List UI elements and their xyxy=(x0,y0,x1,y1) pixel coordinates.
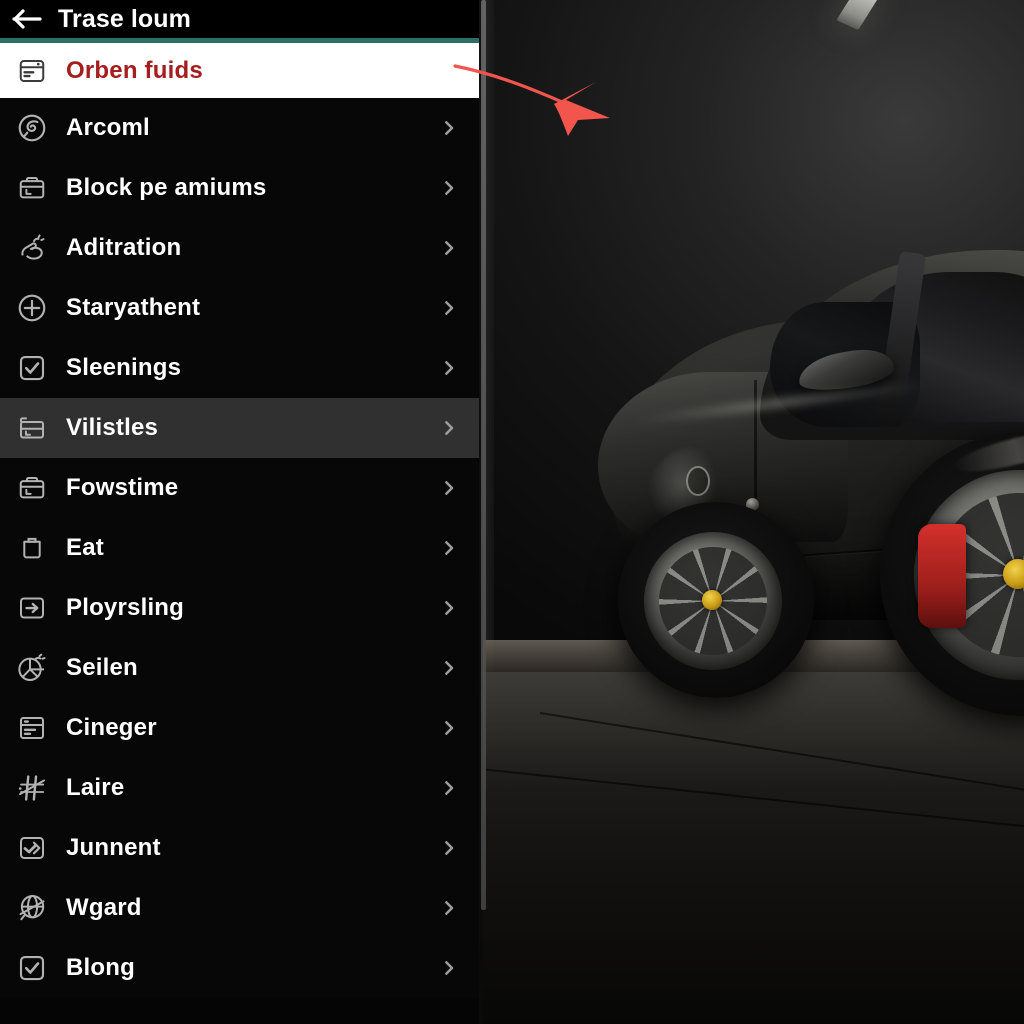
slash-lines-icon xyxy=(10,768,54,808)
chevron-right-icon xyxy=(440,179,458,197)
menu-item-laire[interactable]: Laire xyxy=(0,758,480,818)
menu-item-vilistles[interactable]: Vilistles xyxy=(0,398,480,458)
chevron-right-icon xyxy=(440,659,458,677)
menu-item-label: Aditration xyxy=(66,234,182,261)
chevron-right-icon xyxy=(440,539,458,557)
menu-item-label: Orben fuids xyxy=(66,56,203,84)
toolbox-icon xyxy=(10,168,54,208)
back-arrow-icon[interactable] xyxy=(10,6,44,32)
menu-item-staryathent[interactable]: Staryathent xyxy=(0,278,480,338)
menu-item-wgard[interactable]: Wgard xyxy=(0,878,480,938)
drawer-icon xyxy=(10,408,54,448)
plus-circle-icon xyxy=(10,288,54,328)
chevron-right-icon xyxy=(440,239,458,257)
chevron-right-icon xyxy=(440,299,458,317)
sports-car xyxy=(480,0,1024,1024)
chevron-right-icon xyxy=(440,419,458,437)
menu-item-cineger[interactable]: Cineger xyxy=(0,698,480,758)
menu-item-sleenings[interactable]: Sleenings xyxy=(0,338,480,398)
vertical-scrollbar[interactable] xyxy=(481,0,486,910)
car-badge xyxy=(686,466,710,496)
chevron-right-icon xyxy=(440,359,458,377)
menu-item-block-pe-amiums[interactable]: Block pe amiums xyxy=(0,158,480,218)
menu-item-ployrsling[interactable]: Ployrsling xyxy=(0,578,480,638)
chevron-right-icon xyxy=(440,839,458,857)
list-box-icon xyxy=(10,708,54,748)
menu-item-fowstime[interactable]: Fowstime xyxy=(0,458,480,518)
chevron-right-icon xyxy=(440,119,458,137)
menu-item-label: Arcoml xyxy=(66,114,150,141)
menu-list: Orben fuids Arcoml Block pe amiums Aditrati… xyxy=(0,38,480,998)
menu-item-label: Eat xyxy=(66,534,104,561)
menu-item-blong[interactable]: Blong xyxy=(0,938,480,998)
menu-item-label: Sleenings xyxy=(66,354,182,381)
menu-item-seilen[interactable]: Seilen xyxy=(0,638,480,698)
chevron-right-icon xyxy=(440,899,458,917)
page-title: Trase loum xyxy=(58,4,191,33)
menu-item-label: Staryathent xyxy=(66,294,201,321)
pie-chart-icon xyxy=(10,648,54,688)
menu-item-label: Cineger xyxy=(66,714,157,741)
panel-header: Trase loum xyxy=(0,0,480,38)
chevron-right-icon xyxy=(440,959,458,977)
wheel-center-cap xyxy=(702,590,722,610)
disc-icon xyxy=(10,108,54,148)
menu-item-label: Fowstime xyxy=(66,474,179,501)
chevron-right-icon xyxy=(440,779,458,797)
check-box-alt-icon xyxy=(10,828,54,868)
toolbox-icon xyxy=(10,468,54,508)
brake-caliper xyxy=(918,524,966,628)
checkbox-icon xyxy=(10,348,54,388)
chevron-right-icon xyxy=(440,719,458,737)
menu-item-arcoml[interactable]: Arcoml xyxy=(0,98,480,158)
menu-item-label: Seilen xyxy=(66,654,138,681)
menu-item-label: Junnent xyxy=(66,834,161,861)
menu-item-eat[interactable]: Eat xyxy=(0,518,480,578)
hand-tap-icon xyxy=(10,228,54,268)
menu-item-label: Laire xyxy=(66,774,125,801)
card-icon xyxy=(10,51,54,91)
menu-item-label: Ployrsling xyxy=(66,594,185,621)
app-root: Trase loum Orben fuids Arcoml Block pe ami… xyxy=(0,0,1024,1024)
menu-item-label: Block pe amiums xyxy=(66,174,267,201)
globe-slash-icon xyxy=(10,888,54,928)
arrow-in-box-icon xyxy=(10,588,54,628)
bin-icon xyxy=(10,528,54,568)
checkbox-icon xyxy=(10,948,54,988)
menu-item-label: Blong xyxy=(66,954,135,981)
menu-item-aditration[interactable]: Aditration xyxy=(0,218,480,278)
chevron-right-icon xyxy=(440,479,458,497)
menu-item-junnent[interactable]: Junnent xyxy=(0,818,480,878)
menu-item-label: Wgard xyxy=(66,894,142,921)
chevron-right-icon xyxy=(440,599,458,617)
navigation-panel: Trase loum Orben fuids Arcoml Block pe ami… xyxy=(0,0,480,1024)
menu-item-orben-fuids[interactable]: Orben fuids xyxy=(0,38,480,98)
menu-item-label: Vilistles xyxy=(66,414,159,441)
